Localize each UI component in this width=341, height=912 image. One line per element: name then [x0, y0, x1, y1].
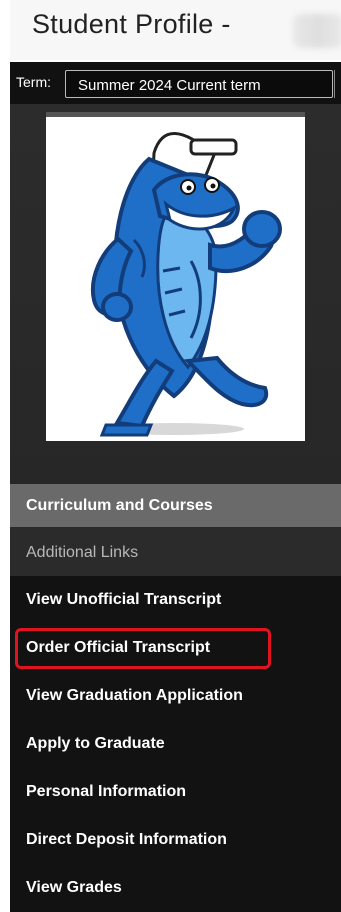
link-label: View Graduation Application	[26, 687, 243, 704]
sidebar: Curriculum and Courses Additional Links …	[10, 104, 341, 912]
term-select-value: Summer 2024 Current term	[78, 77, 261, 94]
link-view-unofficial-transcript[interactable]: View Unofficial Transcript	[10, 576, 341, 624]
section-curriculum[interactable]: Curriculum and Courses	[10, 484, 341, 527]
page-header: Student Profile -	[10, 0, 341, 60]
link-personal-information[interactable]: Personal Information	[10, 768, 341, 816]
term-label: Term:	[16, 74, 51, 90]
term-select-edge	[334, 70, 341, 98]
link-apply-to-graduate[interactable]: Apply to Graduate	[10, 720, 341, 768]
shark-mascot-icon	[90, 132, 282, 437]
term-bar: Term: Summer 2024 Current term	[10, 62, 341, 104]
link-label: Apply to Graduate	[26, 735, 165, 752]
link-view-grades[interactable]: View Grades	[10, 864, 341, 912]
section-additional-links: Additional Links	[10, 528, 341, 576]
link-label: Personal Information	[26, 783, 187, 800]
term-select[interactable]: Summer 2024 Current term	[65, 70, 333, 98]
redacted-name	[293, 14, 341, 48]
page-title: Student Profile -	[32, 9, 231, 39]
link-view-graduation-application[interactable]: View Graduation Application	[10, 672, 341, 720]
link-label: View Unofficial Transcript	[26, 591, 222, 608]
link-label: Direct Deposit Information	[26, 831, 227, 848]
section-curriculum-label: Curriculum and Courses	[26, 497, 213, 514]
link-direct-deposit-information[interactable]: Direct Deposit Information	[10, 816, 341, 864]
student-profile-page: Student Profile - Term: Summer 2024 Curr…	[0, 0, 341, 912]
profile-panel	[10, 104, 341, 486]
link-label: View Grades	[26, 879, 122, 896]
highlight-box	[15, 628, 271, 669]
profile-photo	[46, 117, 305, 441]
section-additional-links-label: Additional Links	[26, 544, 139, 561]
